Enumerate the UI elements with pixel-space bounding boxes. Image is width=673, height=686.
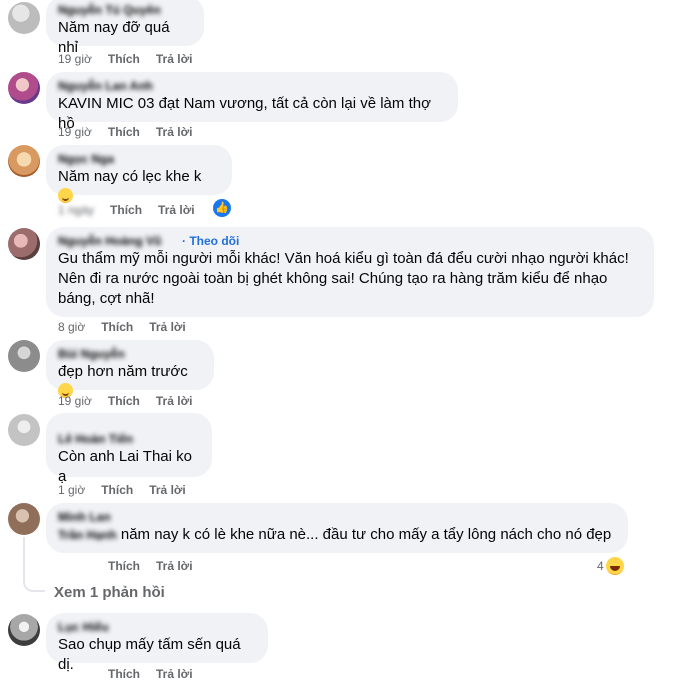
thread-connector [23,576,45,592]
comment-bubble: Nguyễn Hoàng Vũ · Theo dõi Gu thẩm mỹ mỗi… [46,227,654,317]
comment-actions: 19 giờ Thích Trả lời [58,394,208,408]
reply-button[interactable]: Trả lời [149,483,186,497]
comment-time[interactable]: 1 giờ [58,483,85,497]
reaction-count: 4 [597,559,604,573]
comment-text: năm nay k có lè khe nữa nè... đầu tư cho… [120,526,612,543]
commenter-name[interactable]: Lục Hiếu [58,619,256,635]
like-button[interactable]: Thích [108,52,140,66]
comment-actions: 1 ngày Thích Trả lời [58,203,211,217]
commenter-name[interactable]: Ngọc Nga [58,151,220,167]
comment-text: Gu thẩm mỹ mỗi người mỗi khác! Văn hoá k… [58,250,629,307]
comment-actions: 8 giờ Thích Trả lời [58,320,202,334]
avatar[interactable] [8,340,40,372]
commenter-name[interactable]: Minh Lan [58,509,616,525]
comment-actions: Thích Trả lời [58,559,209,573]
comment-bubble: Lê Hoàn Tiến Còn anh Lai Thai ko ạ [46,413,212,485]
comment-actions: 19 giờ Thích Trả lời [58,52,208,66]
commenter-name[interactable]: Lê Hoàn Tiến [58,431,200,447]
avatar[interactable] [8,614,40,646]
avatar[interactable] [8,228,40,260]
comment-actions: 1 giờ Thích Trả lời [58,483,202,497]
commenter-name[interactable]: Nguyễn Lan Anh [58,78,446,94]
laugh-emoji-icon [605,557,624,575]
comment-bubble: Bùi Nguyễn đẹp hơn năm trước [46,340,214,398]
comment-bubble: Nguyễn Lan Anh KAVIN MIC 03 đạt Nam vươn… [46,72,458,132]
comment-bubble: Lục Hiếu Sao chụp mấy tấm sến quá dị. [46,613,268,673]
mentioned-user[interactable]: Trần Hạnh [58,527,117,543]
comment-text: Năm nay có lẹc khe k [58,168,202,185]
follow-link[interactable]: · Theo dõi [182,233,239,249]
reply-button[interactable]: Trả lời [156,559,193,573]
reply-button[interactable]: Trả lời [156,125,193,139]
like-button[interactable]: Thích [108,559,140,573]
avatar[interactable] [8,2,40,34]
avatar[interactable] [8,503,40,535]
comment-time[interactable]: 1 ngày [58,203,94,217]
grin-emoji-icon [58,188,73,203]
reply-button[interactable]: Trả lời [149,320,186,334]
comment-bubble: Minh Lan Trần Hạnh năm nay k có lè khe n… [46,503,628,553]
like-button[interactable]: Thích [101,320,133,334]
comment-actions: Thích Trả lời [58,667,209,681]
comment-time[interactable]: 8 giờ [58,320,85,334]
reply-button[interactable]: Trả lời [156,667,193,681]
comment-bubble: Ngọc Nga Năm nay có lẹc khe k [46,145,232,203]
comment-text: đẹp hơn năm trước [58,363,188,380]
like-button[interactable]: Thích [108,394,140,408]
like-button[interactable]: Thích [108,667,140,681]
avatar[interactable] [8,145,40,177]
commenter-name[interactable]: Bùi Nguyễn [58,346,202,362]
comment-text: Còn anh Lai Thai ko ạ [58,448,197,485]
comment-time[interactable]: 19 giờ [58,394,92,408]
reply-button[interactable]: Trả lời [158,203,195,217]
reply-button[interactable]: Trả lời [156,394,193,408]
commenter-name[interactable]: Nguyễn Tú Quyên [58,2,192,18]
avatar[interactable] [8,414,40,446]
comment-actions: 19 giờ Thích Trả lời [58,125,208,139]
like-button[interactable]: Thích [108,125,140,139]
like-button[interactable]: Thích [101,483,133,497]
reply-button[interactable]: Trả lời [156,52,193,66]
like-button[interactable]: Thích [110,203,142,217]
comment-bubble: Nguyễn Tú Quyên Năm nay đỡ quá nhỉ [46,0,204,56]
commenter-name[interactable]: Nguyễn Hoàng Vũ [58,233,176,249]
like-icon[interactable]: 👍 [213,199,231,217]
avatar[interactable] [8,72,40,104]
thread-line [23,537,25,577]
reaction-summary[interactable]: 4 [597,557,624,575]
comment-time[interactable]: 19 giờ [58,52,92,66]
view-replies-link[interactable]: Xem 1 phản hồi [54,584,165,601]
comment-time[interactable]: 19 giờ [58,125,92,139]
